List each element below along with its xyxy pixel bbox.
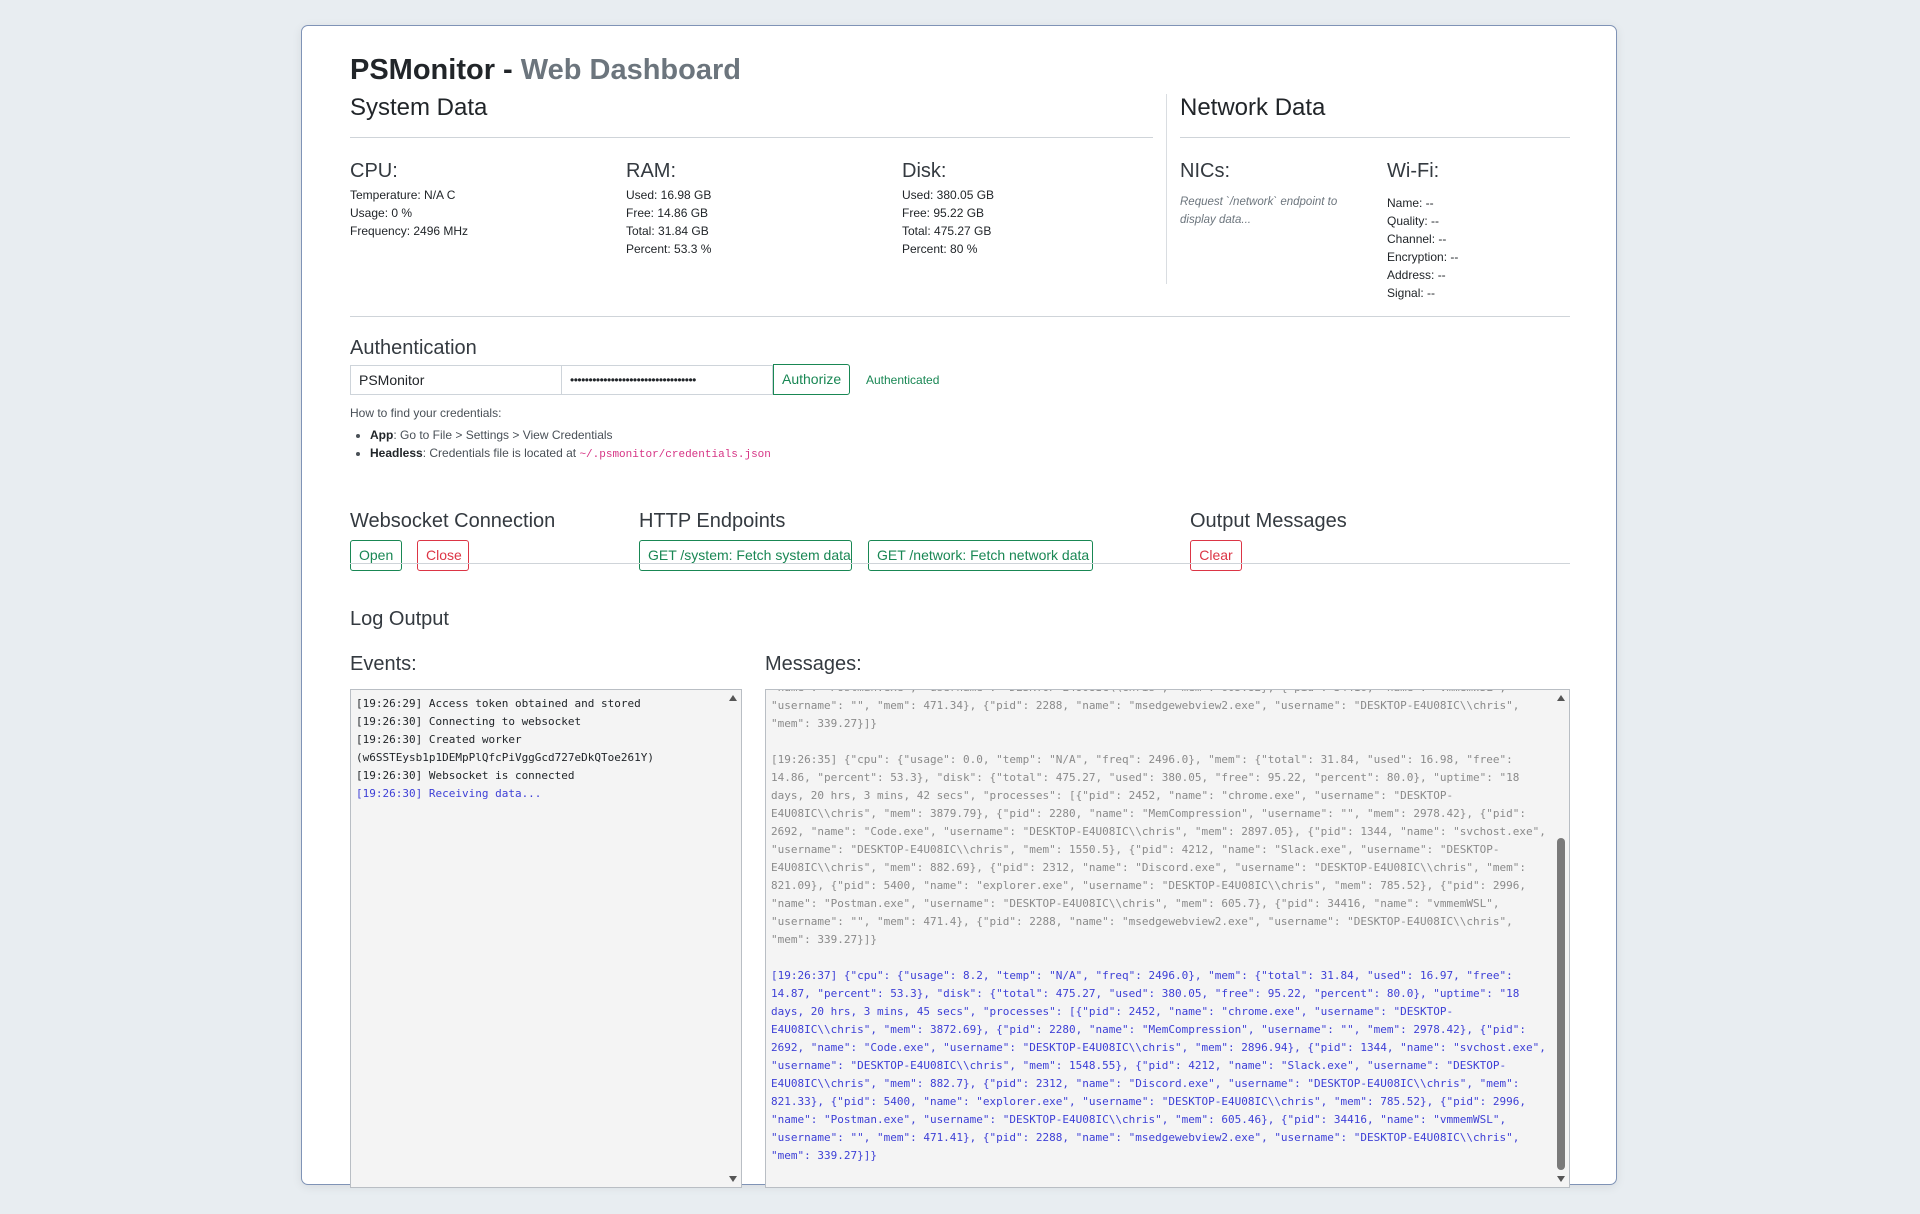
event-line: [19:26:30] Websocket is connected bbox=[356, 769, 575, 782]
dashboard-card: PSMonitor - Web Dashboard System Data CP… bbox=[301, 25, 1617, 1188]
section-vertical-divider bbox=[1166, 94, 1167, 284]
credentials-path: ~/.psmonitor/credentials.json bbox=[579, 449, 771, 461]
nics-hint: Request `/network` endpoint to display d… bbox=[1180, 193, 1337, 229]
nics-hint-line2: display data... bbox=[1180, 214, 1251, 226]
get-network-button[interactable]: GET /network: Fetch network data bbox=[868, 540, 1093, 571]
message-entry-active: [19:26:37] {"cpu": {"usage": 8.2, "temp"… bbox=[771, 969, 1546, 1162]
scroll-thumb[interactable] bbox=[1557, 838, 1565, 1170]
disk-title: Disk: bbox=[902, 160, 947, 182]
messages-scrollbar[interactable] bbox=[1554, 690, 1569, 1187]
nics-title: NICs: bbox=[1180, 160, 1230, 182]
disk-stats: Used: 380.05 GB Free: 95.22 GB Total: 47… bbox=[902, 186, 994, 258]
ram-used: Used: 16.98 GB bbox=[626, 188, 712, 202]
wifi-name: Name: -- bbox=[1387, 196, 1434, 210]
websocket-open-button[interactable]: Open bbox=[350, 540, 402, 571]
cpu-stats: Temperature: N/A C Usage: 0 % Frequency:… bbox=[350, 186, 468, 240]
help-headless-item: Headless: Credentials file is located at… bbox=[370, 444, 771, 464]
wifi-stats: Name: -- Quality: -- Channel: -- Encrypt… bbox=[1387, 194, 1458, 302]
ram-free: Free: 14.86 GB bbox=[626, 206, 709, 220]
event-line: [19:26:29] Access token obtained and sto… bbox=[356, 697, 641, 710]
event-line: [19:26:30] Created worker bbox=[356, 733, 522, 746]
event-line: [19:26:30] Connecting to websocket bbox=[356, 715, 582, 728]
websocket-title: Websocket Connection bbox=[350, 510, 556, 532]
credentials-help-intro: How to find your credentials: bbox=[350, 406, 502, 420]
log-output-title: Log Output bbox=[350, 608, 449, 630]
cpu-usage: Usage: 0 % bbox=[350, 206, 413, 220]
wifi-title: Wi-Fi: bbox=[1387, 160, 1440, 182]
events-list: [19:26:29] Access token obtained and sto… bbox=[356, 695, 719, 803]
cpu-frequency: Frequency: 2496 MHz bbox=[350, 224, 469, 238]
network-data-title: Network Data bbox=[1180, 94, 1326, 121]
http-endpoints-title: HTTP Endpoints bbox=[639, 510, 786, 532]
credentials-help: How to find your credentials: App: Go to… bbox=[350, 404, 771, 464]
events-title: Events: bbox=[350, 653, 417, 675]
help-app-label: App bbox=[370, 428, 394, 442]
wifi-address: Address: -- bbox=[1387, 268, 1446, 282]
event-line-active: [19:26:30] Receiving data... bbox=[356, 787, 542, 800]
output-messages-title: Output Messages bbox=[1190, 510, 1347, 532]
help-app-item: App: Go to File > Settings > View Creden… bbox=[370, 426, 771, 444]
messages-log[interactable]: "name": "Postman.exe", "username": "DESK… bbox=[765, 689, 1570, 1188]
page-title: PSMonitor - Web Dashboard bbox=[350, 54, 741, 87]
wifi-channel: Channel: -- bbox=[1387, 232, 1447, 246]
divider-auth bbox=[350, 316, 1570, 317]
event-line: (w6SSTEysb1p1DEMpPlQfcPiVggGcd727eDkQToe… bbox=[356, 751, 655, 764]
scroll-down-arrow-icon[interactable] bbox=[1557, 1176, 1565, 1182]
clear-button[interactable]: Clear bbox=[1190, 540, 1242, 571]
scroll-up-arrow-icon[interactable] bbox=[1557, 695, 1565, 701]
disk-percent: Percent: 80 % bbox=[902, 242, 978, 256]
messages-title: Messages: bbox=[765, 653, 862, 675]
ram-total: Total: 31.84 GB bbox=[626, 224, 709, 238]
system-data-title: System Data bbox=[350, 94, 488, 121]
message-entry: [19:26:35] {"cpu": {"usage": 0.0, "temp"… bbox=[771, 753, 1546, 946]
divider-log bbox=[350, 563, 1570, 564]
nics-hint-line1: Request `/network` endpoint to bbox=[1180, 196, 1338, 208]
page-title-main: PSMonitor - bbox=[350, 54, 521, 86]
wifi-quality: Quality: -- bbox=[1387, 214, 1440, 228]
wifi-signal: Signal: -- bbox=[1387, 286, 1436, 300]
ram-percent: Percent: 53.3 % bbox=[626, 242, 712, 256]
page-title-sub: Web Dashboard bbox=[520, 54, 741, 86]
get-system-button[interactable]: GET /system: Fetch system data bbox=[639, 540, 852, 571]
scroll-down-arrow-icon[interactable] bbox=[729, 1176, 737, 1182]
help-app-text: : Go to File > Settings > View Credentia… bbox=[393, 428, 613, 442]
network-divider bbox=[1180, 137, 1570, 138]
help-headless-text: : Credentials file is located at bbox=[422, 446, 580, 460]
disk-used: Used: 380.05 GB bbox=[902, 188, 995, 202]
message-entry: "name": "Postman.exe", "username": "DESK… bbox=[771, 690, 1520, 730]
wifi-encryption: Encryption: -- bbox=[1387, 250, 1459, 264]
messages-list: "name": "Postman.exe", "username": "DESK… bbox=[771, 690, 1546, 1165]
events-scrollbar[interactable] bbox=[726, 690, 741, 1187]
cpu-title: CPU: bbox=[350, 160, 398, 182]
auth-title: Authentication bbox=[350, 337, 477, 359]
events-log[interactable]: [19:26:29] Access token obtained and sto… bbox=[350, 689, 742, 1188]
ram-title: RAM: bbox=[626, 160, 676, 182]
system-divider bbox=[350, 137, 1153, 138]
disk-total: Total: 475.27 GB bbox=[902, 224, 992, 238]
ram-stats: Used: 16.98 GB Free: 14.86 GB Total: 31.… bbox=[626, 186, 711, 258]
help-headless-label: Headless bbox=[370, 446, 423, 460]
password-input[interactable]: •••••••••••••••••••••••••••••••••• bbox=[561, 365, 773, 395]
username-input[interactable]: PSMonitor bbox=[350, 365, 562, 395]
websocket-close-button[interactable]: Close bbox=[417, 540, 469, 571]
authorize-button[interactable]: Authorize bbox=[773, 364, 850, 395]
auth-status: Authenticated bbox=[866, 373, 940, 387]
scroll-up-arrow-icon[interactable] bbox=[729, 695, 737, 701]
disk-free: Free: 95.22 GB bbox=[902, 206, 985, 220]
cpu-temperature: Temperature: N/A C bbox=[350, 188, 456, 202]
